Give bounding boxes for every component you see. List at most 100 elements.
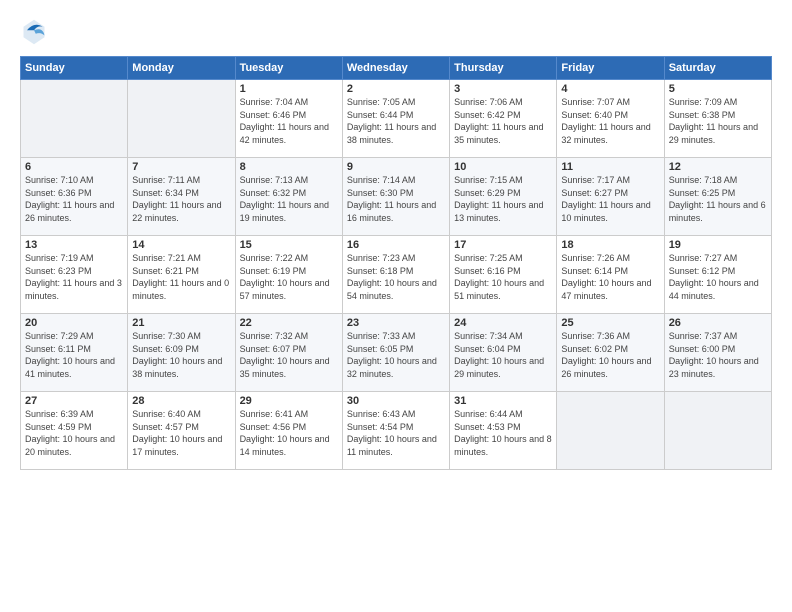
day-number: 13 xyxy=(25,239,123,251)
calendar-cell: 18Sunrise: 7:26 AM Sunset: 6:14 PM Dayli… xyxy=(557,236,664,314)
calendar-cell: 28Sunrise: 6:40 AM Sunset: 4:57 PM Dayli… xyxy=(128,392,235,470)
logo xyxy=(20,18,52,46)
calendar-week-row: 1Sunrise: 7:04 AM Sunset: 6:46 PM Daylig… xyxy=(21,80,772,158)
calendar-cell xyxy=(21,80,128,158)
day-info: Sunrise: 7:10 AM Sunset: 6:36 PM Dayligh… xyxy=(25,174,123,224)
calendar-cell: 22Sunrise: 7:32 AM Sunset: 6:07 PM Dayli… xyxy=(235,314,342,392)
calendar-cell: 16Sunrise: 7:23 AM Sunset: 6:18 PM Dayli… xyxy=(342,236,449,314)
calendar-cell: 19Sunrise: 7:27 AM Sunset: 6:12 PM Dayli… xyxy=(664,236,771,314)
header xyxy=(20,18,772,46)
calendar-cell xyxy=(128,80,235,158)
calendar-cell: 13Sunrise: 7:19 AM Sunset: 6:23 PM Dayli… xyxy=(21,236,128,314)
day-info: Sunrise: 7:19 AM Sunset: 6:23 PM Dayligh… xyxy=(25,252,123,302)
day-info: Sunrise: 6:44 AM Sunset: 4:53 PM Dayligh… xyxy=(454,408,552,458)
calendar-cell: 8Sunrise: 7:13 AM Sunset: 6:32 PM Daylig… xyxy=(235,158,342,236)
calendar-cell: 17Sunrise: 7:25 AM Sunset: 6:16 PM Dayli… xyxy=(450,236,557,314)
calendar-cell: 27Sunrise: 6:39 AM Sunset: 4:59 PM Dayli… xyxy=(21,392,128,470)
calendar-header: SundayMondayTuesdayWednesdayThursdayFrid… xyxy=(21,57,772,80)
day-info: Sunrise: 7:21 AM Sunset: 6:21 PM Dayligh… xyxy=(132,252,230,302)
day-of-week-header: Saturday xyxy=(664,57,771,80)
day-of-week-header: Monday xyxy=(128,57,235,80)
day-number: 29 xyxy=(240,395,338,407)
day-info: Sunrise: 7:30 AM Sunset: 6:09 PM Dayligh… xyxy=(132,330,230,380)
calendar-cell: 3Sunrise: 7:06 AM Sunset: 6:42 PM Daylig… xyxy=(450,80,557,158)
day-number: 1 xyxy=(240,83,338,95)
calendar-cell: 9Sunrise: 7:14 AM Sunset: 6:30 PM Daylig… xyxy=(342,158,449,236)
day-number: 31 xyxy=(454,395,552,407)
day-info: Sunrise: 7:25 AM Sunset: 6:16 PM Dayligh… xyxy=(454,252,552,302)
day-number: 16 xyxy=(347,239,445,251)
day-info: Sunrise: 7:29 AM Sunset: 6:11 PM Dayligh… xyxy=(25,330,123,380)
day-info: Sunrise: 7:09 AM Sunset: 6:38 PM Dayligh… xyxy=(669,96,767,146)
day-info: Sunrise: 6:40 AM Sunset: 4:57 PM Dayligh… xyxy=(132,408,230,458)
calendar-cell: 12Sunrise: 7:18 AM Sunset: 6:25 PM Dayli… xyxy=(664,158,771,236)
day-of-week-header: Friday xyxy=(557,57,664,80)
day-number: 4 xyxy=(561,83,659,95)
day-info: Sunrise: 7:18 AM Sunset: 6:25 PM Dayligh… xyxy=(669,174,767,224)
calendar-week-row: 27Sunrise: 6:39 AM Sunset: 4:59 PM Dayli… xyxy=(21,392,772,470)
calendar-cell: 23Sunrise: 7:33 AM Sunset: 6:05 PM Dayli… xyxy=(342,314,449,392)
day-number: 15 xyxy=(240,239,338,251)
day-number: 8 xyxy=(240,161,338,173)
day-info: Sunrise: 7:34 AM Sunset: 6:04 PM Dayligh… xyxy=(454,330,552,380)
calendar-cell xyxy=(664,392,771,470)
day-info: Sunrise: 7:13 AM Sunset: 6:32 PM Dayligh… xyxy=(240,174,338,224)
day-number: 25 xyxy=(561,317,659,329)
header-row: SundayMondayTuesdayWednesdayThursdayFrid… xyxy=(21,57,772,80)
day-info: Sunrise: 7:05 AM Sunset: 6:44 PM Dayligh… xyxy=(347,96,445,146)
calendar-cell: 6Sunrise: 7:10 AM Sunset: 6:36 PM Daylig… xyxy=(21,158,128,236)
day-number: 20 xyxy=(25,317,123,329)
day-number: 27 xyxy=(25,395,123,407)
day-info: Sunrise: 7:17 AM Sunset: 6:27 PM Dayligh… xyxy=(561,174,659,224)
day-info: Sunrise: 7:26 AM Sunset: 6:14 PM Dayligh… xyxy=(561,252,659,302)
calendar-cell: 30Sunrise: 6:43 AM Sunset: 4:54 PM Dayli… xyxy=(342,392,449,470)
calendar-cell: 26Sunrise: 7:37 AM Sunset: 6:00 PM Dayli… xyxy=(664,314,771,392)
day-number: 21 xyxy=(132,317,230,329)
calendar-body: 1Sunrise: 7:04 AM Sunset: 6:46 PM Daylig… xyxy=(21,80,772,470)
day-number: 9 xyxy=(347,161,445,173)
day-info: Sunrise: 7:33 AM Sunset: 6:05 PM Dayligh… xyxy=(347,330,445,380)
day-number: 12 xyxy=(669,161,767,173)
day-info: Sunrise: 7:14 AM Sunset: 6:30 PM Dayligh… xyxy=(347,174,445,224)
day-number: 6 xyxy=(25,161,123,173)
day-number: 18 xyxy=(561,239,659,251)
day-number: 24 xyxy=(454,317,552,329)
calendar-week-row: 20Sunrise: 7:29 AM Sunset: 6:11 PM Dayli… xyxy=(21,314,772,392)
calendar-cell: 14Sunrise: 7:21 AM Sunset: 6:21 PM Dayli… xyxy=(128,236,235,314)
day-info: Sunrise: 7:22 AM Sunset: 6:19 PM Dayligh… xyxy=(240,252,338,302)
day-number: 17 xyxy=(454,239,552,251)
calendar-cell: 2Sunrise: 7:05 AM Sunset: 6:44 PM Daylig… xyxy=(342,80,449,158)
day-info: Sunrise: 7:37 AM Sunset: 6:00 PM Dayligh… xyxy=(669,330,767,380)
calendar-week-row: 13Sunrise: 7:19 AM Sunset: 6:23 PM Dayli… xyxy=(21,236,772,314)
day-number: 2 xyxy=(347,83,445,95)
day-info: Sunrise: 7:27 AM Sunset: 6:12 PM Dayligh… xyxy=(669,252,767,302)
calendar-cell: 20Sunrise: 7:29 AM Sunset: 6:11 PM Dayli… xyxy=(21,314,128,392)
day-info: Sunrise: 6:43 AM Sunset: 4:54 PM Dayligh… xyxy=(347,408,445,458)
calendar-cell: 1Sunrise: 7:04 AM Sunset: 6:46 PM Daylig… xyxy=(235,80,342,158)
day-info: Sunrise: 6:41 AM Sunset: 4:56 PM Dayligh… xyxy=(240,408,338,458)
calendar-cell: 15Sunrise: 7:22 AM Sunset: 6:19 PM Dayli… xyxy=(235,236,342,314)
day-number: 23 xyxy=(347,317,445,329)
day-info: Sunrise: 7:04 AM Sunset: 6:46 PM Dayligh… xyxy=(240,96,338,146)
day-info: Sunrise: 7:32 AM Sunset: 6:07 PM Dayligh… xyxy=(240,330,338,380)
calendar-cell: 11Sunrise: 7:17 AM Sunset: 6:27 PM Dayli… xyxy=(557,158,664,236)
day-info: Sunrise: 7:36 AM Sunset: 6:02 PM Dayligh… xyxy=(561,330,659,380)
day-number: 10 xyxy=(454,161,552,173)
day-number: 5 xyxy=(669,83,767,95)
calendar-cell: 25Sunrise: 7:36 AM Sunset: 6:02 PM Dayli… xyxy=(557,314,664,392)
day-number: 30 xyxy=(347,395,445,407)
calendar-table: SundayMondayTuesdayWednesdayThursdayFrid… xyxy=(20,56,772,470)
calendar-week-row: 6Sunrise: 7:10 AM Sunset: 6:36 PM Daylig… xyxy=(21,158,772,236)
day-number: 22 xyxy=(240,317,338,329)
logo-icon xyxy=(20,18,48,46)
day-info: Sunrise: 7:07 AM Sunset: 6:40 PM Dayligh… xyxy=(561,96,659,146)
calendar-page: SundayMondayTuesdayWednesdayThursdayFrid… xyxy=(0,0,792,612)
day-number: 19 xyxy=(669,239,767,251)
day-number: 28 xyxy=(132,395,230,407)
calendar-cell: 24Sunrise: 7:34 AM Sunset: 6:04 PM Dayli… xyxy=(450,314,557,392)
day-number: 7 xyxy=(132,161,230,173)
calendar-cell xyxy=(557,392,664,470)
day-of-week-header: Wednesday xyxy=(342,57,449,80)
day-info: Sunrise: 7:06 AM Sunset: 6:42 PM Dayligh… xyxy=(454,96,552,146)
day-info: Sunrise: 6:39 AM Sunset: 4:59 PM Dayligh… xyxy=(25,408,123,458)
